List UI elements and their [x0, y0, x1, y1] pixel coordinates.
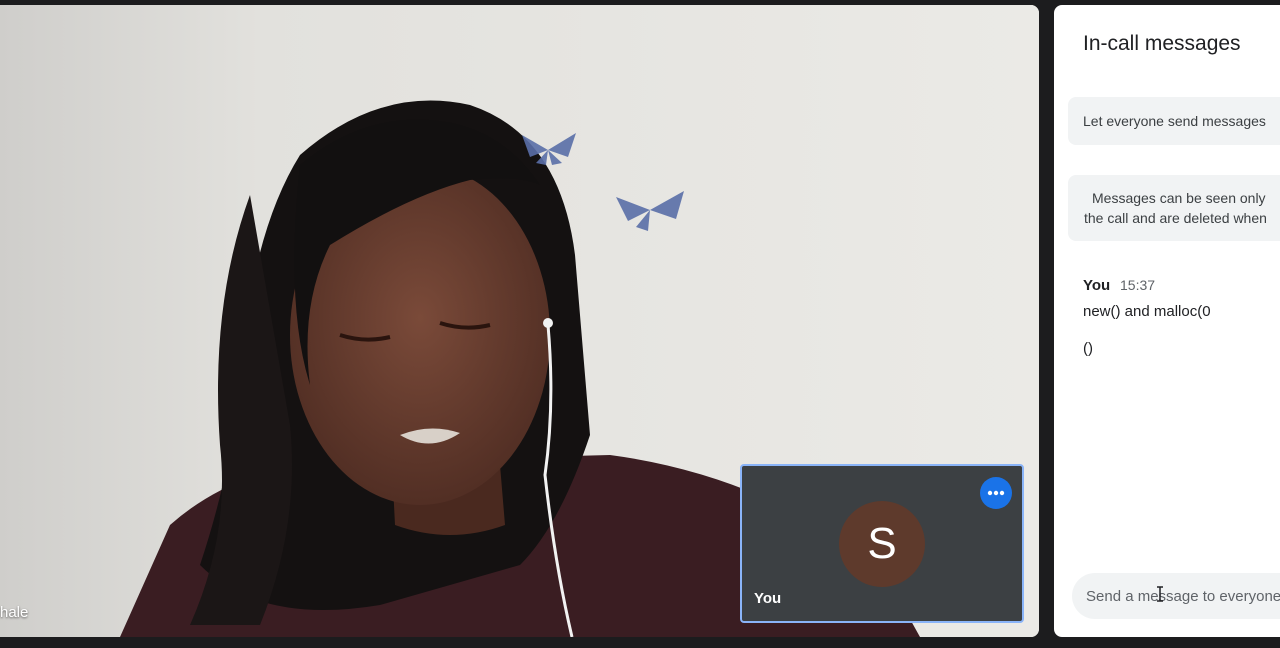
- info-text-line-2: the call and are deleted when: [1084, 210, 1267, 226]
- self-view-tile[interactable]: S You: [740, 464, 1024, 623]
- message-composer: [1072, 573, 1280, 619]
- self-name-label: You: [754, 590, 782, 607]
- message-text-line: (): [1083, 340, 1093, 357]
- more-horizontal-icon: [987, 490, 1005, 496]
- message-input[interactable]: [1086, 584, 1280, 608]
- meeting-stage: hale S You In-call messages Let everyone…: [0, 0, 1280, 648]
- avatar: S: [839, 501, 925, 587]
- message-text-line: new() and malloc(0: [1083, 303, 1211, 320]
- participant-name-label: hale: [0, 604, 29, 621]
- in-call-messages-panel: In-call messages Let everyone send messa…: [1054, 5, 1280, 637]
- panel-title: In-call messages: [1083, 32, 1241, 55]
- text-cursor-icon: [1157, 586, 1163, 602]
- message-timestamp: 15:37: [1120, 277, 1156, 293]
- more-options-button[interactable]: [980, 477, 1012, 509]
- messages-info-notice: Messages can be seen only the call and a…: [1068, 175, 1280, 241]
- allow-messages-toggle-row[interactable]: Let everyone send messages: [1068, 97, 1280, 145]
- info-text-line-1: Messages can be seen only: [1092, 190, 1266, 206]
- toggle-label: Let everyone send messages: [1083, 113, 1266, 129]
- message-sender: You: [1083, 277, 1111, 294]
